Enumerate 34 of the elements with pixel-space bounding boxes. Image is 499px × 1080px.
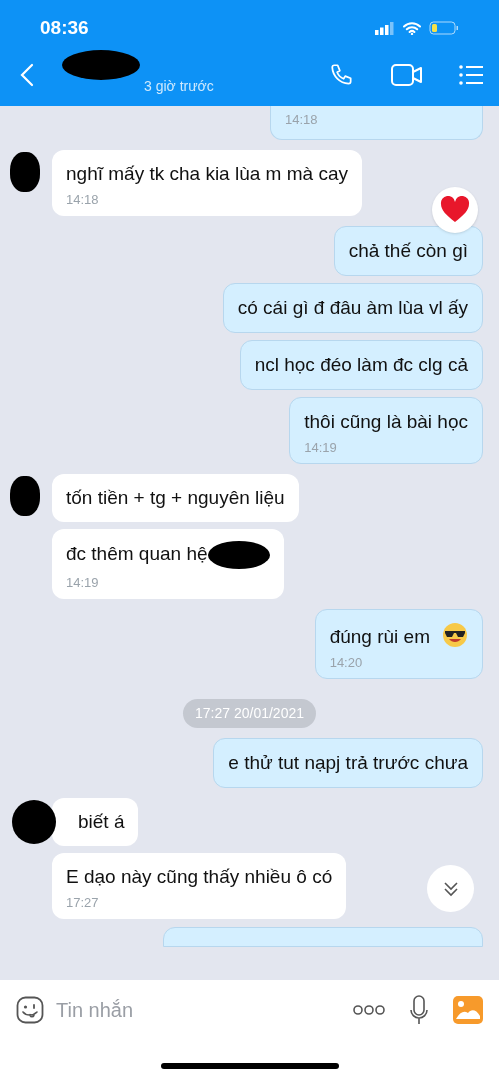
message-time: 14:18 bbox=[66, 191, 100, 209]
message-text: thôi cũng là bài học bbox=[304, 410, 468, 432]
message-text: E dạo này cũng thấy nhiều ô có bbox=[66, 866, 333, 887]
menu-icon[interactable] bbox=[459, 65, 483, 85]
message-text: e thử tut nạpj trả trước chưa bbox=[228, 752, 468, 773]
battery-icon bbox=[429, 21, 459, 35]
video-call-icon[interactable] bbox=[391, 64, 423, 86]
message-text: biết á bbox=[78, 811, 125, 832]
scroll-down-button[interactable] bbox=[427, 865, 474, 912]
message-time: 17:27 bbox=[66, 894, 100, 912]
sticker-icon[interactable] bbox=[16, 996, 44, 1024]
more-icon[interactable] bbox=[353, 1004, 385, 1016]
message-time: 14:18 bbox=[285, 111, 319, 129]
message-time: 14:20 bbox=[329, 653, 364, 672]
message-text: chả thế còn gì bbox=[348, 239, 468, 261]
microphone-icon[interactable] bbox=[409, 995, 429, 1025]
back-icon[interactable] bbox=[20, 63, 34, 87]
gallery-icon[interactable] bbox=[453, 996, 483, 1024]
chevrons-down-icon bbox=[441, 879, 460, 898]
phone-icon[interactable] bbox=[329, 62, 355, 88]
status-time: 08:36 bbox=[40, 15, 89, 40]
message-text: đúng rùi em bbox=[329, 625, 430, 647]
last-seen-text: 3 giờ trước bbox=[144, 77, 214, 96]
message-text: đc thêm quan hệ bbox=[66, 543, 208, 564]
date-label: 17:27 20/01/2021 bbox=[183, 699, 316, 728]
message-text: có cái gì đ đâu àm lùa vl ấy bbox=[237, 296, 468, 318]
message-text: nghĩ mấy tk cha kia lùa m mà cay bbox=[66, 163, 348, 184]
message-text: tốn tiền + tg + nguyên liệu bbox=[66, 487, 285, 508]
wifi-icon bbox=[403, 21, 421, 35]
message-input[interactable]: Tin nhắn bbox=[56, 995, 353, 1025]
message-time: 14:19 bbox=[304, 438, 338, 457]
message-time: 14:19 bbox=[66, 574, 100, 592]
message-text: ncl học đéo làm đc clg cả bbox=[254, 353, 468, 375]
signal-icon bbox=[375, 21, 395, 35]
